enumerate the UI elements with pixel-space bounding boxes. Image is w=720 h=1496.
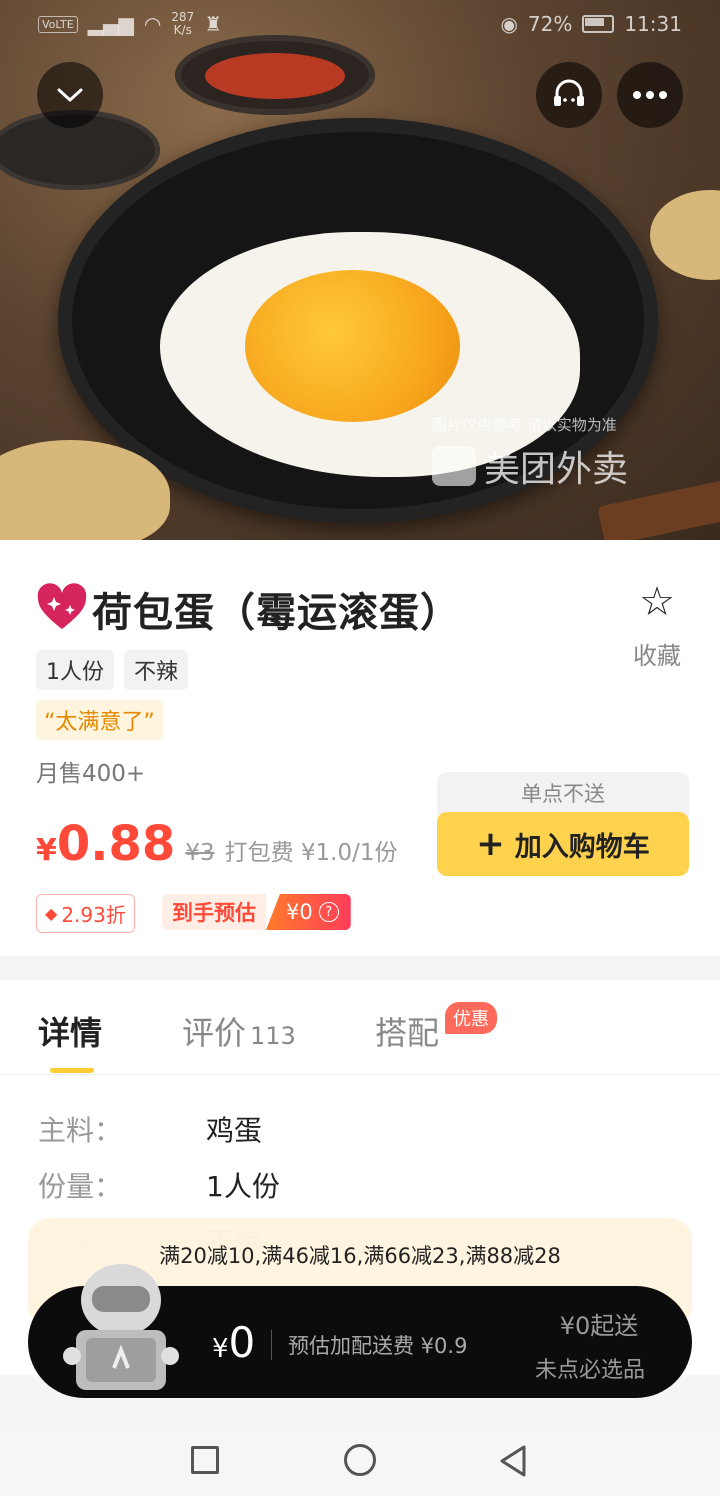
tab-details-label: 详情	[38, 1014, 103, 1052]
tab-reviews-label: 评价	[182, 1014, 247, 1052]
star-icon: ☆	[639, 579, 675, 625]
sparkling-heart-icon	[37, 583, 87, 629]
praise-badge: “太满意了”	[36, 700, 163, 740]
add-to-cart-label: 加入购物车	[514, 831, 650, 863]
cart-currency: ¥	[212, 1334, 229, 1364]
back-button[interactable]	[498, 1444, 528, 1478]
discount-badge: ◆ 2.93折	[36, 894, 135, 933]
net-speed-unit: K/s	[173, 23, 192, 37]
single-order-note: 单点不送	[437, 772, 689, 816]
price-currency: ¥	[36, 833, 57, 868]
battery-percent: 72%	[527, 12, 573, 36]
brand-watermark: 美团外卖	[432, 440, 628, 492]
more-options-button[interactable]	[617, 62, 683, 128]
detail-tabs: 详情 评价 113 搭配	[0, 980, 720, 1075]
detail-row-portion: 份量： 1人份	[38, 1165, 280, 1205]
question-icon: ?	[318, 902, 339, 922]
home-button[interactable]	[344, 1444, 376, 1476]
original-price: ¥3	[185, 840, 215, 866]
estimated-price-badge[interactable]: 到手预估 ¥0 ?	[162, 894, 351, 930]
recents-button[interactable]	[191, 1446, 219, 1474]
price: 0.88	[56, 816, 176, 872]
eye-comfort-icon: ◉	[500, 12, 518, 36]
estimate-label: 到手预估	[162, 894, 266, 930]
tab-combo-label: 搭配	[375, 1014, 440, 1052]
more-dots-icon	[633, 91, 667, 99]
product-title: 荷包蛋（霉运滚蛋）	[92, 590, 461, 636]
add-to-cart-button[interactable]: + 加入购物车	[437, 812, 689, 876]
estimate-value-wrap: ¥0 ?	[266, 894, 351, 930]
packing-fee: 打包费 ¥1.0/1份	[224, 840, 398, 866]
price-tag-icon: ◆	[45, 904, 58, 923]
reviews-count: 113	[250, 1022, 296, 1050]
cart-total: ¥ 0	[212, 1318, 255, 1367]
brand-watermark-text: 美团外卖	[484, 449, 629, 490]
image-disclaimer: 图片仅供参考 请以实物为准	[432, 416, 617, 434]
tag-portion: 1人份	[36, 650, 114, 690]
monthly-sales: 月售400+	[36, 761, 146, 787]
collapse-button[interactable]	[37, 62, 103, 128]
dumpling	[650, 190, 720, 280]
network-speed: 287 K/s	[171, 11, 194, 37]
signal-icon: ▂▄▆	[87, 12, 134, 36]
status-bar: VoLTE ▂▄▆ ◠ 287 K/s ♜ ◉ 72% 11:31	[0, 0, 720, 48]
meituan-logo-icon	[432, 446, 476, 486]
detail-row-ingredient: 主料： 鸡蛋	[38, 1109, 262, 1149]
detail-value: 鸡蛋	[206, 1114, 263, 1147]
tab-combo[interactable]: 搭配	[375, 1008, 439, 1054]
active-tab-indicator	[50, 1068, 94, 1073]
battery-icon	[582, 15, 615, 33]
combo-promo-badge: 优惠	[445, 1002, 497, 1034]
delivery-fee-estimate: 预估加配送费 ¥0.9	[288, 1334, 468, 1358]
divider	[271, 1330, 272, 1360]
discount-text: 2.93折	[61, 903, 126, 927]
product-hero-image: 图片仅供参考 请以实物为准 美团外卖	[0, 0, 720, 540]
customer-service-button[interactable]	[536, 62, 602, 128]
favorite-label: 收藏	[633, 642, 681, 670]
notification-icon: ♜	[204, 12, 223, 36]
plus-icon: +	[476, 824, 505, 864]
clock: 11:31	[624, 12, 682, 36]
favorite-button[interactable]: ☆ 收藏	[622, 580, 692, 671]
detail-key: 主料：	[38, 1114, 123, 1147]
detail-key: 份量：	[38, 1170, 123, 1203]
estimate-value: ¥0	[286, 900, 313, 924]
volte-indicator: VoLTE	[38, 15, 78, 33]
minimum-order: ¥0起送	[559, 1312, 639, 1340]
product-info-card: 荷包蛋（霉运滚蛋） ☆ 收藏 1人份 不辣 “太满意了” 月售400+ ¥ 0.…	[0, 540, 720, 956]
delivery-mascot-icon[interactable]	[62, 1260, 180, 1398]
tab-reviews[interactable]: 评价 113	[182, 1008, 296, 1054]
wifi-icon: ◠	[143, 12, 162, 36]
customer-service-icon	[554, 79, 584, 106]
title-row: 荷包蛋（霉运滚蛋）	[36, 580, 461, 638]
cart-amount: 0	[228, 1318, 256, 1367]
net-speed-value: 287	[171, 10, 195, 24]
egg-yolk	[245, 270, 460, 422]
product-tags: 1人份 不辣	[36, 650, 189, 690]
chevron-down-icon	[57, 88, 83, 102]
detail-value: 1人份	[206, 1170, 280, 1203]
price-row: ¥ 0.88 ¥3 打包费 ¥1.0/1份	[36, 816, 398, 872]
tab-details[interactable]: 详情	[38, 1008, 102, 1054]
tag-spice: 不辣	[124, 650, 189, 690]
required-item-note[interactable]: 未点必选品	[520, 1352, 660, 1384]
system-nav-bar	[0, 1426, 720, 1496]
